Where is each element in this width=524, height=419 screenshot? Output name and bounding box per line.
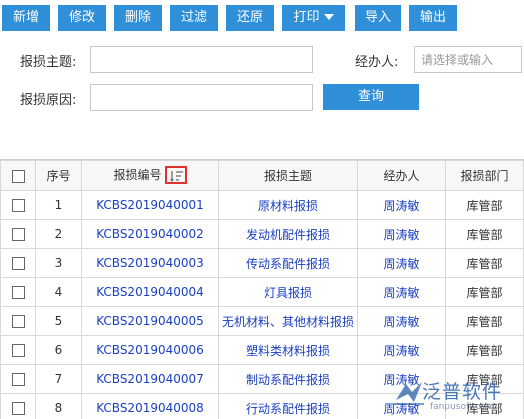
cell-handler-link[interactable]: 周涛敏 xyxy=(357,277,446,307)
table-row[interactable]: 4 KCBS2019040004 灯具报损 周涛敏 库管部 xyxy=(0,277,524,307)
cell-no: 4 xyxy=(35,277,82,307)
row-checkbox-cell xyxy=(0,219,36,249)
subject-label: 报损主题: xyxy=(20,55,77,70)
table-row[interactable]: 7 KCBS2019040007 制动系配件报损 周涛敏 库管部 xyxy=(0,364,524,394)
reason-label: 报损原因: xyxy=(20,93,77,108)
sort-icon[interactable] xyxy=(164,165,187,184)
row-checkbox[interactable] xyxy=(11,402,25,415)
cell-handler-link[interactable]: 周涛敏 xyxy=(357,219,446,249)
table-row[interactable]: 8 KCBS2019040008 行动系配件报损 周涛敏 库管部 xyxy=(0,393,524,419)
cell-no: 7 xyxy=(35,364,82,394)
cell-no: 1 xyxy=(35,190,82,220)
edit-button[interactable]: 修改 xyxy=(58,5,106,31)
column-header-subject[interactable]: 报损主题 xyxy=(218,160,358,191)
cell-no: 5 xyxy=(35,306,82,336)
cell-code-link[interactable]: KCBS2019040001 xyxy=(81,190,219,220)
row-checkbox-cell xyxy=(0,248,36,278)
table-header-row: 序号 报损编号 报损主题 经办人 报损部门 xyxy=(0,160,524,191)
caret-down-icon xyxy=(323,13,334,20)
row-checkbox[interactable] xyxy=(11,257,25,270)
loss-report-table: 序号 报损编号 报损主题 经办人 报损部门 1 KCBS2019040001 原材料… xyxy=(0,160,524,419)
cell-dept: 库管部 xyxy=(445,364,524,394)
row-checkbox-cell xyxy=(0,393,36,419)
cell-code-link[interactable]: KCBS2019040008 xyxy=(81,393,219,419)
column-header-dept[interactable]: 报损部门 xyxy=(445,160,524,191)
table-row[interactable]: 5 KCBS2019040005 无机材料、其他材料报损 周涛敏 库管部 xyxy=(0,306,524,336)
filter-panel: 报损主题: 经办人: 报损原因: 查询 xyxy=(0,36,524,148)
cell-dept: 库管部 xyxy=(445,190,524,220)
row-checkbox[interactable] xyxy=(11,373,25,386)
cell-code-link[interactable]: KCBS2019040005 xyxy=(81,306,219,336)
cell-no: 3 xyxy=(35,248,82,278)
row-checkbox[interactable] xyxy=(11,315,25,328)
cell-handler-link[interactable]: 周涛敏 xyxy=(357,306,446,336)
cell-dept: 库管部 xyxy=(445,277,524,307)
row-checkbox-cell xyxy=(0,277,36,307)
cell-no: 8 xyxy=(35,393,82,419)
cell-subject-link[interactable]: 无机材料、其他材料报损 xyxy=(218,306,358,336)
table-row[interactable]: 2 KCBS2019040002 发动机配件报损 周涛敏 库管部 xyxy=(0,219,524,249)
row-checkbox[interactable] xyxy=(11,199,25,212)
cell-subject-link[interactable]: 制动系配件报损 xyxy=(218,364,358,394)
cell-subject-link[interactable]: 发动机配件报损 xyxy=(218,219,358,249)
cell-subject-link[interactable]: 塑料类材料报损 xyxy=(218,335,358,365)
delete-button[interactable]: 删除 xyxy=(114,5,162,31)
cell-dept: 库管部 xyxy=(445,335,524,365)
table-body: 1 KCBS2019040001 原材料报损 周涛敏 库管部 2 KCBS201904000… xyxy=(0,190,524,419)
cell-code-link[interactable]: KCBS2019040002 xyxy=(81,219,219,249)
print-button[interactable]: 打印 xyxy=(282,5,345,31)
row-checkbox-cell xyxy=(0,190,36,220)
handler-input[interactable] xyxy=(414,46,522,73)
cell-subject-link[interactable]: 行动系配件报损 xyxy=(218,393,358,419)
grid-separator xyxy=(0,148,524,160)
cell-handler-link[interactable]: 周涛敏 xyxy=(357,190,446,220)
cell-dept: 库管部 xyxy=(445,219,524,249)
table-row[interactable]: 1 KCBS2019040001 原材料报损 周涛敏 库管部 xyxy=(0,190,524,220)
row-checkbox[interactable] xyxy=(11,344,25,357)
select-all-checkbox[interactable] xyxy=(11,169,25,183)
reason-input[interactable] xyxy=(90,84,313,111)
column-header-code[interactable]: 报损编号 xyxy=(81,160,219,191)
table-row[interactable]: 6 KCBS2019040006 塑料类材料报损 周涛敏 库管部 xyxy=(0,335,524,365)
row-checkbox[interactable] xyxy=(11,286,25,299)
restore-button[interactable]: 还原 xyxy=(226,5,274,31)
cell-code-link[interactable]: KCBS2019040007 xyxy=(81,364,219,394)
column-header-no[interactable]: 序号 xyxy=(35,160,82,191)
cell-handler-link[interactable]: 周涛敏 xyxy=(357,393,446,419)
cell-handler-link[interactable]: 周涛敏 xyxy=(357,248,446,278)
cell-subject-link[interactable]: 传动系配件报损 xyxy=(218,248,358,278)
cell-no: 2 xyxy=(35,219,82,249)
toolbar: 新增 修改 删除 过滤 还原 打印 导入 输出 xyxy=(0,0,524,36)
cell-subject-link[interactable]: 原材料报损 xyxy=(218,190,358,220)
cell-dept: 库管部 xyxy=(445,393,524,419)
column-header-handler[interactable]: 经办人 xyxy=(357,160,446,191)
print-button-label: 打印 xyxy=(293,10,320,25)
handler-label: 经办人: xyxy=(355,55,399,70)
cell-handler-link[interactable]: 周涛敏 xyxy=(357,335,446,365)
cell-subject-link[interactable]: 灯具报损 xyxy=(218,277,358,307)
export-button[interactable]: 输出 xyxy=(409,5,457,31)
row-checkbox-cell xyxy=(0,306,36,336)
cell-no: 6 xyxy=(35,335,82,365)
cell-handler-link[interactable]: 周涛敏 xyxy=(357,364,446,394)
cell-code-link[interactable]: KCBS2019040003 xyxy=(81,248,219,278)
cell-dept: 库管部 xyxy=(445,306,524,336)
select-all-cell xyxy=(0,160,36,191)
filter-button[interactable]: 过滤 xyxy=(170,5,218,31)
subject-input[interactable] xyxy=(90,46,313,73)
query-button[interactable]: 查询 xyxy=(323,84,419,110)
add-button[interactable]: 新增 xyxy=(2,5,50,31)
column-header-code-label: 报损编号 xyxy=(113,168,162,183)
import-button[interactable]: 导入 xyxy=(355,5,401,31)
cell-code-link[interactable]: KCBS2019040006 xyxy=(81,335,219,365)
cell-code-link[interactable]: KCBS2019040004 xyxy=(81,277,219,307)
row-checkbox-cell xyxy=(0,335,36,365)
cell-dept: 库管部 xyxy=(445,248,524,278)
row-checkbox-cell xyxy=(0,364,36,394)
table-row[interactable]: 3 KCBS2019040003 传动系配件报损 周涛敏 库管部 xyxy=(0,248,524,278)
row-checkbox[interactable] xyxy=(11,228,25,241)
